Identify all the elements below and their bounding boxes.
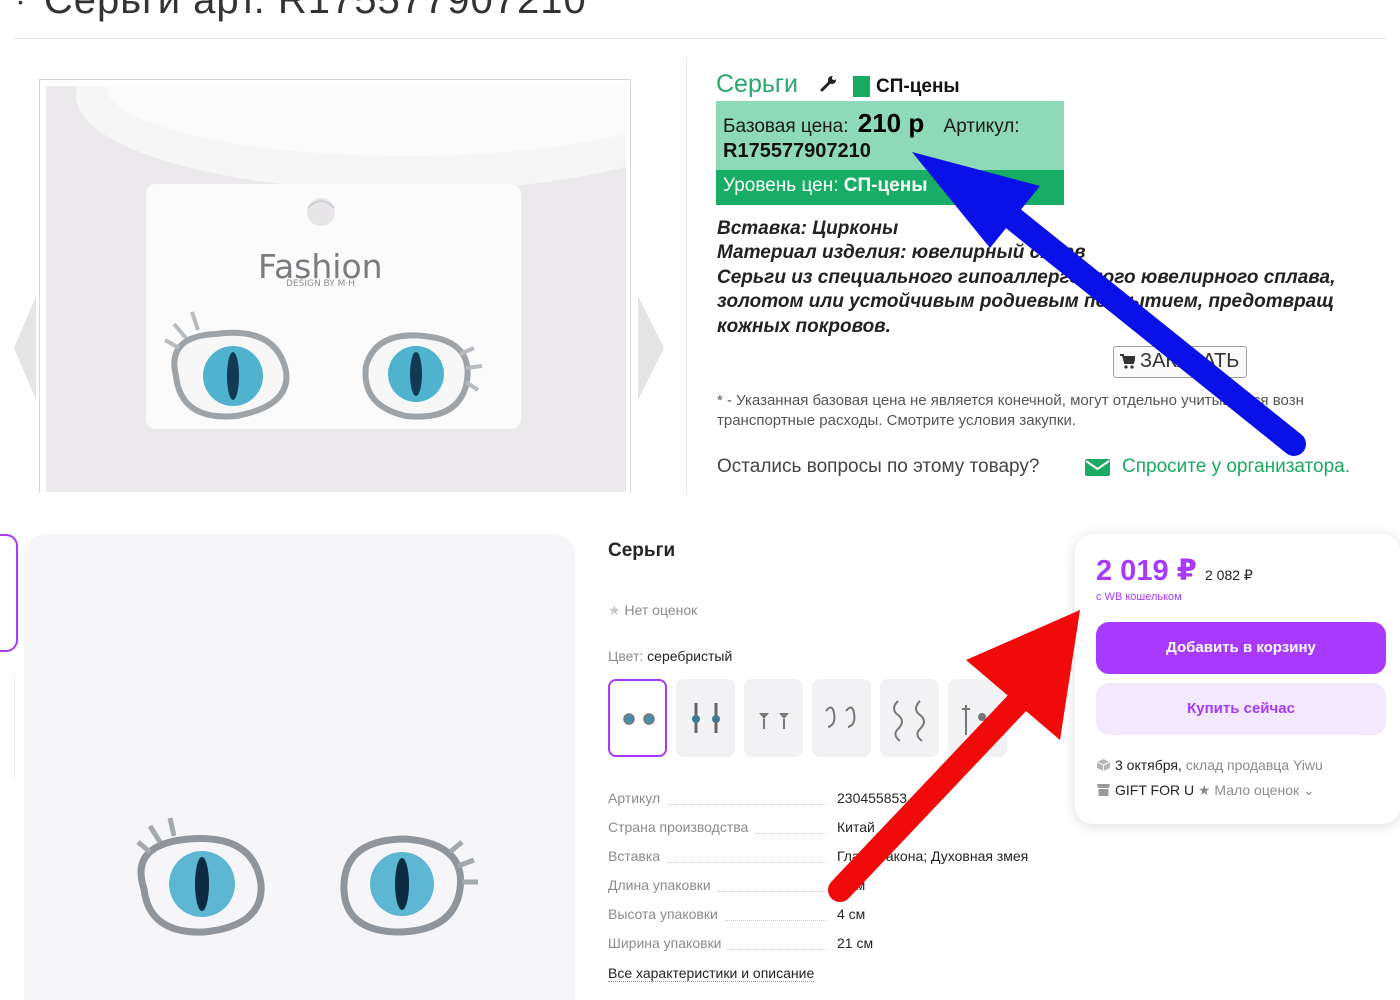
- description-line: Вставка: Цирконы: [717, 218, 899, 239]
- color-thumbnail[interactable]: [812, 679, 871, 757]
- sp-badge-label: СП-цены: [876, 76, 960, 97]
- spec-row: Длина упаковки 4 см: [608, 877, 866, 893]
- disclaimer-line: * - Указанная базовая цена не является к…: [717, 392, 1304, 409]
- disclaimer-line: транспортные расходы. Смотрите условия з…: [717, 412, 1077, 429]
- divider: [686, 58, 687, 494]
- article-number: R175577907210: [723, 140, 871, 162]
- star-icon: ★: [1197, 782, 1211, 798]
- rating[interactable]: ★ Нет оценок: [608, 602, 697, 619]
- slider-prev-arrow[interactable]: [14, 296, 36, 400]
- color-thumbnail-selected[interactable]: [608, 679, 667, 757]
- earring-left: [136, 817, 265, 936]
- earring-right: [340, 835, 478, 936]
- old-price: 2 082 ₽: [1205, 567, 1253, 583]
- wrench-icon[interactable]: [820, 74, 838, 92]
- seller-info[interactable]: GIFT FOR U ★ Мало оценок ⌄: [1097, 782, 1315, 799]
- add-to-cart-button[interactable]: Добавить в корзину: [1096, 622, 1386, 674]
- envelope-icon[interactable]: [1085, 459, 1110, 476]
- product-title: Серьги: [608, 540, 676, 561]
- buy-now-button[interactable]: Купить сейчас: [1096, 683, 1386, 735]
- cart-icon: [1120, 354, 1135, 369]
- product-photo: Fashion DESIGN BY M·H: [46, 86, 626, 492]
- slider-next-arrow[interactable]: [638, 296, 664, 400]
- delivery-info: 3 октября, склад продавца Yiwu: [1097, 757, 1323, 773]
- svg-text:DESIGN BY M·H: DESIGN BY M·H: [286, 279, 355, 289]
- base-price-line: Базовая цена: 210 р Артикул:: [723, 108, 1020, 138]
- color-line: Цвет: серебристый: [608, 648, 733, 664]
- spec-row: Вставка Глаз дракона; Духовная змея: [608, 848, 1029, 864]
- ask-organizer-link[interactable]: Спросите у организатора.: [1122, 456, 1350, 478]
- all-specs-link[interactable]: Все характеристики и описание: [608, 965, 815, 982]
- chevron-down-icon[interactable]: ⌄: [1303, 782, 1315, 798]
- description-line: золотом или устойчивым родиевым покрытие…: [717, 291, 1335, 312]
- order-button-label[interactable]: ЗАКАЗАТЬ: [1140, 350, 1239, 373]
- sp-badge-square: [853, 76, 870, 97]
- spec-row: Ширина упаковки 21 см: [608, 935, 874, 951]
- gallery-thumbnail[interactable]: [14, 673, 15, 779]
- questions-text: Остались вопросы по этому товару?: [717, 456, 1040, 477]
- spec-row: Высота упаковки 4 см: [608, 906, 866, 922]
- color-thumbnail[interactable]: [744, 679, 803, 757]
- price: 2 019 ₽: [1096, 555, 1197, 587]
- price-level: Уровень цен: СП-цены: [723, 175, 928, 196]
- description-line: Материал изделия: ювелирный сплав: [717, 242, 1086, 263]
- wallet-note[interactable]: с WB кошельком: [1096, 591, 1182, 603]
- gallery-thumbnail-selected[interactable]: [0, 534, 18, 652]
- description-line: Серьги из специального гипоаллергенного …: [717, 267, 1336, 288]
- description-line: кожных покровов.: [717, 316, 891, 337]
- star-icon: ★: [608, 602, 621, 618]
- color-thumbnail[interactable]: [676, 679, 735, 757]
- color-thumbnail[interactable]: [948, 679, 1007, 757]
- shop-icon: [1097, 784, 1110, 796]
- product-name: Серьги: [716, 70, 798, 98]
- box-icon: [1097, 759, 1110, 771]
- base-price-value: 210 р: [857, 108, 925, 138]
- page-title: • Серьги арт. R175577907210: [18, 0, 587, 22]
- color-thumbnail[interactable]: [880, 679, 939, 757]
- divider: [14, 38, 1386, 39]
- product-photo: [136, 817, 478, 936]
